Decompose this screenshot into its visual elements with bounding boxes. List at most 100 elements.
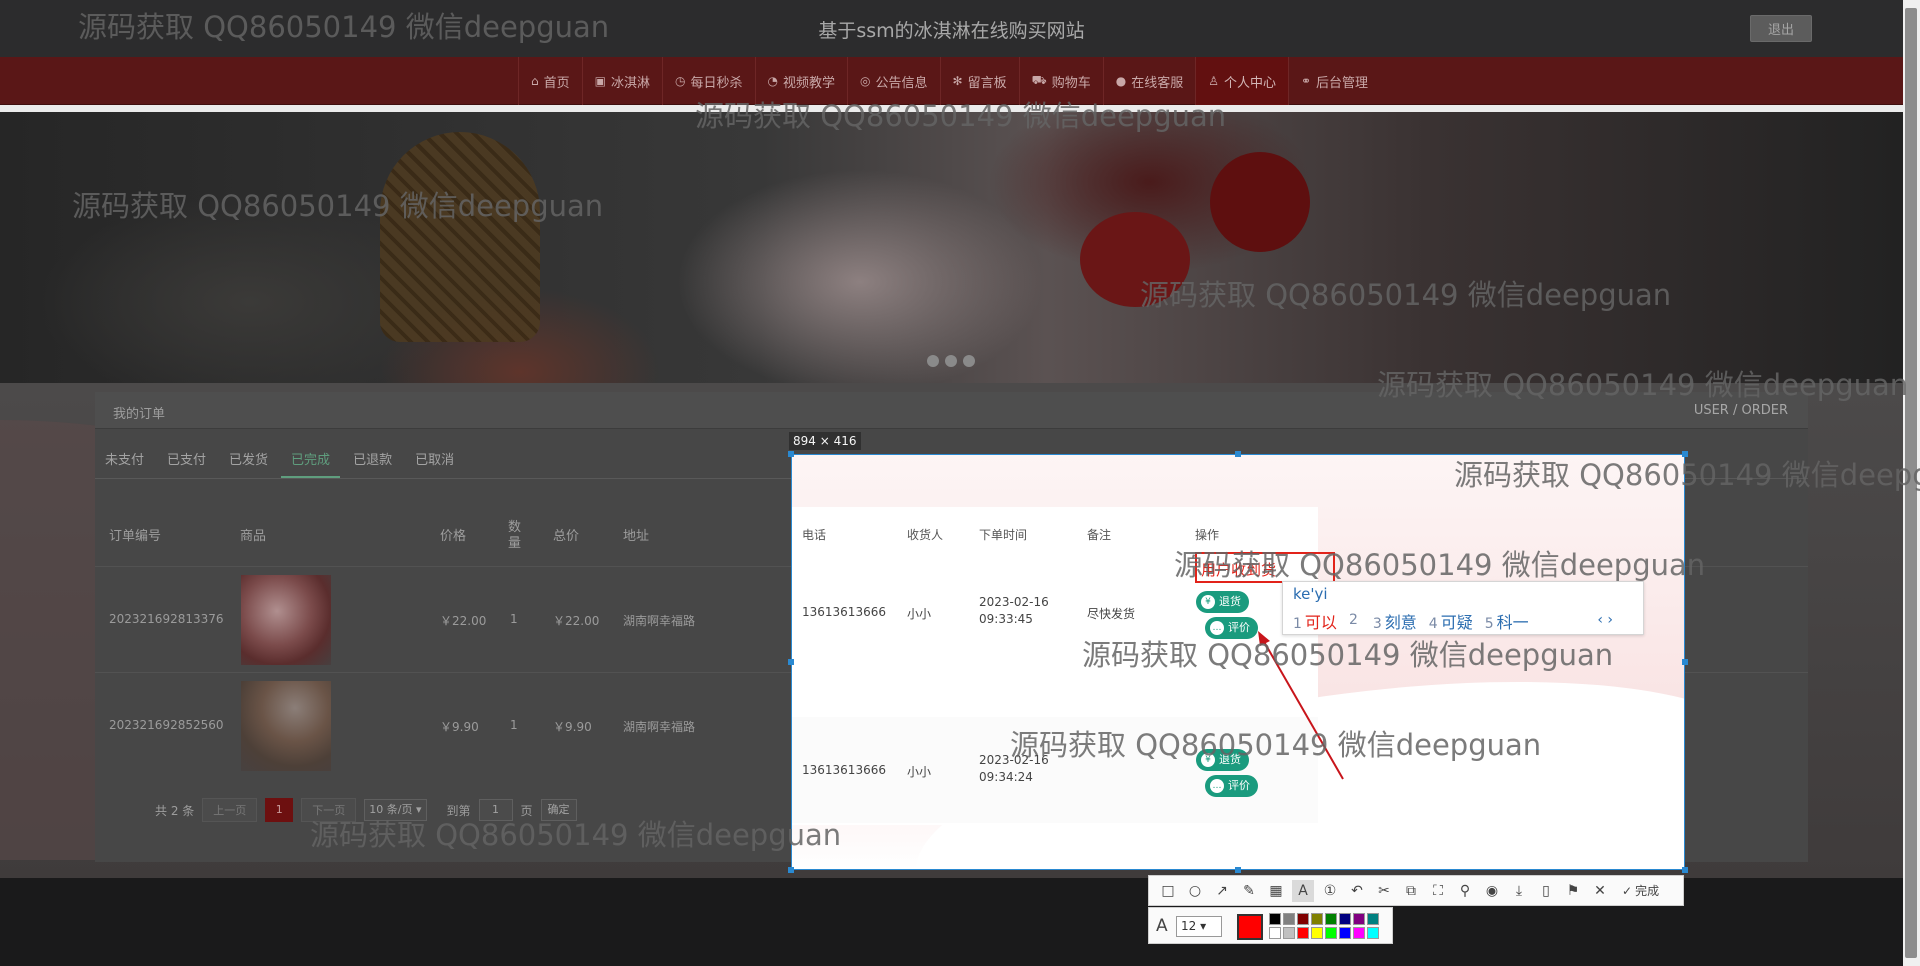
tab-order-status[interactable]: 未支付 — [95, 444, 154, 478]
product-image[interactable] — [241, 575, 331, 665]
orders-title: 我的订单 — [113, 407, 166, 422]
product-image[interactable] — [241, 681, 331, 771]
scissors-icon[interactable]: ✂ — [1373, 880, 1395, 902]
tab-order-status[interactable]: 已取消 — [405, 444, 464, 478]
rectangle-tool-icon[interactable]: □ — [1157, 880, 1179, 902]
ime-candidate-text: 可疑 — [1440, 613, 1473, 632]
font-size-select[interactable]: 12 ▾ — [1176, 916, 1222, 937]
color-swatch[interactable] — [1283, 927, 1295, 939]
download-icon[interactable]: ⤓ — [1508, 880, 1530, 902]
prev-page-button[interactable]: 上一页 — [202, 798, 258, 822]
number-tool-icon[interactable]: ① — [1319, 880, 1341, 902]
nav-item[interactable]: ▣ 冰淇淋 — [581, 57, 662, 105]
color-swatch[interactable] — [1269, 927, 1281, 939]
nav-item[interactable]: ⌂ 首页 — [518, 57, 582, 105]
link-icon: ⚭ — [1300, 74, 1312, 88]
banner-image-strawberry — [1210, 152, 1310, 252]
undo-icon[interactable]: ↶ — [1346, 880, 1368, 902]
resize-handle[interactable] — [1235, 451, 1241, 457]
resize-handle[interactable] — [1682, 867, 1688, 873]
color-swatch[interactable] — [1297, 913, 1309, 925]
snowflake-icon: ✻ — [952, 74, 963, 88]
nav-item[interactable]: ⚭ 后台管理 — [1287, 57, 1380, 105]
ime-candidate[interactable]: 2 — [1349, 609, 1361, 633]
translate-icon[interactable]: ⧉ — [1400, 880, 1422, 902]
resize-handle[interactable] — [788, 867, 794, 873]
color-swatch[interactable] — [1353, 927, 1365, 939]
font-size-value: 12 — [1181, 919, 1197, 933]
tab-order-status[interactable]: 已退款 — [343, 444, 402, 478]
tab-order-status[interactable]: 已完成 — [281, 444, 341, 478]
color-swatch[interactable] — [1269, 913, 1281, 925]
pin-icon[interactable]: ⚲ — [1454, 880, 1476, 902]
carousel-dot[interactable] — [963, 355, 975, 367]
done-button[interactable]: ✓ 完成 — [1622, 882, 1659, 899]
order-status-tabs: 未支付 已支付 已发货 已完成 已退款 已取消 — [95, 444, 467, 478]
col-address: 地址 — [623, 529, 650, 544]
resize-handle[interactable] — [788, 451, 794, 457]
home-icon: ⌂ — [531, 74, 539, 88]
ocr-icon[interactable]: ⛶ — [1427, 880, 1449, 902]
col-product: 商品 — [240, 529, 267, 544]
order-number: 202321692813376 — [109, 612, 224, 626]
arrow-tool-icon[interactable]: ↗ — [1211, 880, 1233, 902]
text-tool-icon[interactable]: A — [1292, 879, 1314, 902]
carousel-dots — [927, 355, 975, 367]
ime-page-arrows[interactable]: ‹ › — [1597, 612, 1613, 628]
ime-candidate-number: 4 — [1428, 616, 1438, 632]
color-swatch[interactable] — [1367, 913, 1379, 925]
watermark-text: 源码获取 QQ86050149 微信deepguan — [1082, 638, 1614, 672]
logout-button[interactable]: 退出 — [1750, 15, 1812, 42]
ime-candidate[interactable]: 1 可以 — [1293, 609, 1337, 633]
color-swatch[interactable] — [1297, 927, 1309, 939]
carousel-dot[interactable] — [945, 355, 957, 367]
tab-order-status[interactable]: 已支付 — [157, 444, 216, 478]
watermark-text: 源码获取 QQ86050149 微信deepguan — [1140, 278, 1672, 312]
nav-item-label: 视频教学 — [782, 75, 835, 91]
nav-item-label: 冰淇淋 — [610, 75, 650, 91]
watermark-text: 源码获取 QQ86050149 微信deepguan — [1377, 368, 1909, 402]
resize-handle[interactable] — [1235, 867, 1241, 873]
record-icon[interactable]: ◉ — [1481, 880, 1503, 902]
ime-candidate[interactable]: 3 刻意 — [1373, 609, 1417, 633]
quantity: 1 — [510, 612, 518, 626]
phone-icon[interactable]: ▯ — [1535, 880, 1557, 902]
current-color-swatch[interactable] — [1237, 914, 1263, 940]
color-swatch[interactable] — [1325, 913, 1337, 925]
resize-handle[interactable] — [788, 659, 794, 665]
color-size-bar: A 12 ▾ — [1148, 907, 1393, 944]
close-icon[interactable]: ✕ — [1589, 880, 1611, 902]
carousel-dot[interactable] — [927, 355, 939, 367]
cart-icon: ⛟ — [1031, 73, 1047, 87]
bookmark-icon[interactable]: ⚑ — [1562, 880, 1584, 902]
ime-candidate[interactable]: 4 可疑 — [1429, 609, 1473, 633]
current-page[interactable]: 1 — [265, 798, 294, 822]
ime-candidate-number: 3 — [1372, 616, 1382, 632]
color-swatch[interactable] — [1283, 913, 1295, 925]
watermark-text: 源码获取 QQ86050149 微信deepguan — [1010, 728, 1542, 762]
pen-tool-icon[interactable]: ✎ — [1238, 880, 1260, 902]
nav-item-label: 公告信息 — [875, 75, 928, 91]
ime-candidate-number: 1 — [1293, 616, 1302, 632]
watermark-text: 源码获取 QQ86050149 微信deepguan — [310, 818, 842, 852]
color-swatch[interactable] — [1367, 927, 1379, 939]
col-price: 价格 — [440, 529, 467, 544]
color-swatch[interactable] — [1325, 927, 1337, 939]
banner-carousel — [0, 112, 1903, 383]
color-swatch[interactable] — [1353, 913, 1365, 925]
resize-handle[interactable] — [1682, 659, 1688, 665]
broadcast-icon: ◎ — [860, 74, 871, 88]
ime-candidate-number: 2 — [1348, 612, 1358, 628]
banner-image-cone — [380, 132, 540, 342]
ime-candidate[interactable]: 5 科一 — [1485, 609, 1529, 633]
ellipse-tool-icon[interactable]: ○ — [1184, 880, 1206, 902]
watermark-text: 源码获取 QQ86050149 微信deepguan — [1174, 548, 1706, 582]
color-swatch[interactable] — [1311, 913, 1323, 925]
mosaic-tool-icon[interactable]: ▦ — [1265, 880, 1287, 902]
clock-icon: ◷ — [675, 74, 686, 88]
color-swatch[interactable] — [1339, 913, 1351, 925]
tab-order-status[interactable]: 已发货 — [219, 444, 278, 478]
color-swatch[interactable] — [1339, 927, 1351, 939]
ime-candidates: 1 可以 2 3 刻意 4 可疑 5 科一 — [1293, 609, 1529, 633]
color-swatch[interactable] — [1311, 927, 1323, 939]
